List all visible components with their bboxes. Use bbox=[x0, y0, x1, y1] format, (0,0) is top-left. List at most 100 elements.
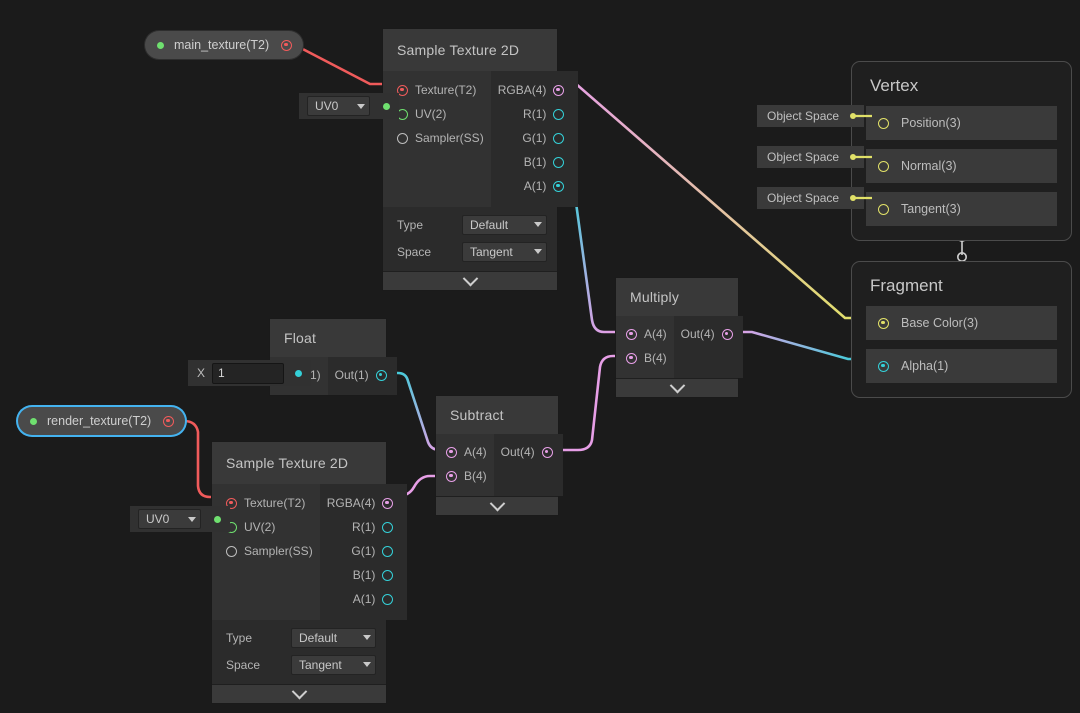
block-slot-position[interactable] bbox=[878, 117, 889, 129]
port-slot-sampler[interactable] bbox=[397, 132, 408, 144]
port-slot-r[interactable] bbox=[382, 521, 394, 533]
port-a[interactable]: A(1) bbox=[320, 587, 408, 611]
port-slot-b[interactable] bbox=[626, 352, 637, 364]
property-type-dot bbox=[30, 417, 37, 425]
property-node-main-texture[interactable]: main_texture(T2) bbox=[145, 31, 304, 59]
port-b[interactable]: B(1) bbox=[320, 563, 408, 587]
vertex-tangent-space-chip[interactable]: Object Space bbox=[757, 187, 865, 209]
setting-space-dropdown[interactable]: Tangent bbox=[291, 654, 376, 675]
node-collapse-toggle[interactable] bbox=[436, 495, 558, 515]
port-sampler[interactable]: Sampler(SS) bbox=[212, 539, 320, 563]
port-rgba[interactable]: RGBA(4) bbox=[320, 491, 408, 515]
uv-output-dot[interactable] bbox=[214, 515, 221, 523]
vertex-normal-space-chip[interactable]: Object Space bbox=[757, 146, 865, 168]
port-slot-b[interactable] bbox=[382, 569, 394, 581]
node-collapse-toggle[interactable] bbox=[212, 683, 386, 703]
uv-output-dot[interactable] bbox=[383, 102, 390, 110]
port-a[interactable]: A(4) bbox=[436, 440, 494, 464]
block-slot-tangent[interactable] bbox=[878, 203, 889, 215]
space-output-dot[interactable] bbox=[850, 154, 857, 160]
property-output-slot[interactable] bbox=[163, 415, 175, 427]
setting-space[interactable]: Space Tangent bbox=[212, 651, 386, 678]
port-b[interactable]: B(4) bbox=[616, 346, 674, 370]
node-subtract[interactable]: Subtract A(4) B(4) Out(4) bbox=[436, 396, 563, 515]
vertex-position-space-chip[interactable]: Object Space bbox=[757, 105, 865, 127]
port-out[interactable]: Out(4) bbox=[674, 322, 743, 346]
port-out[interactable]: Out(4) bbox=[494, 440, 563, 464]
port-slot-out[interactable] bbox=[541, 446, 553, 458]
port-slot-out[interactable] bbox=[721, 328, 733, 340]
block-slot-normal[interactable] bbox=[878, 160, 889, 172]
setting-label: Space bbox=[397, 244, 432, 259]
property-output-slot[interactable] bbox=[281, 39, 293, 51]
port-g[interactable]: G(1) bbox=[320, 539, 408, 563]
setting-type[interactable]: Type Default bbox=[383, 211, 557, 238]
port-slot-rgba[interactable] bbox=[553, 84, 565, 96]
port-slot-g[interactable] bbox=[382, 545, 394, 557]
block-label: Tangent(3) bbox=[901, 202, 961, 216]
uv-channel-widget-top[interactable]: UV0 bbox=[299, 93, 399, 119]
chevron-down-icon bbox=[363, 635, 371, 640]
port-slot-b[interactable] bbox=[553, 156, 565, 168]
port-b[interactable]: B(4) bbox=[436, 464, 494, 488]
port-uv[interactable]: UV(2) bbox=[383, 102, 491, 126]
port-out[interactable]: Out(1) bbox=[328, 363, 397, 387]
port-slot-a[interactable] bbox=[553, 180, 565, 192]
block-label: Alpha(1) bbox=[901, 359, 949, 373]
block-tangent[interactable]: Tangent(3) bbox=[866, 192, 1057, 226]
uv-channel-widget-bottom[interactable]: UV0 bbox=[130, 506, 230, 532]
port-slot-r[interactable] bbox=[553, 108, 565, 120]
node-sample-texture-2d-bottom[interactable]: Sample Texture 2D Texture(T2) UV(2) Samp… bbox=[212, 442, 408, 703]
port-r[interactable]: R(1) bbox=[491, 102, 579, 126]
master-stack-fragment[interactable]: Fragment Base Color(3) Alpha(1) bbox=[851, 261, 1072, 398]
port-g[interactable]: G(1) bbox=[491, 126, 579, 150]
float-input-widget[interactable]: X 1 bbox=[188, 360, 312, 386]
space-output-dot[interactable] bbox=[850, 195, 857, 201]
shader-graph-canvas[interactable]: main_texture(T2) render_texture(T2) UV0 … bbox=[0, 0, 1080, 713]
block-alpha[interactable]: Alpha(1) bbox=[866, 349, 1057, 383]
block-slot-base-color[interactable] bbox=[878, 317, 889, 329]
float-value-input[interactable]: 1 bbox=[212, 362, 285, 384]
port-r[interactable]: R(1) bbox=[320, 515, 408, 539]
chevron-down-icon bbox=[534, 222, 542, 227]
setting-type-dropdown[interactable]: Default bbox=[462, 214, 547, 235]
port-b[interactable]: B(1) bbox=[491, 150, 579, 174]
setting-space-dropdown[interactable]: Tangent bbox=[462, 241, 547, 262]
space-output-dot[interactable] bbox=[850, 113, 857, 119]
node-multiply[interactable]: Multiply A(4) B(4) Out(4) bbox=[616, 278, 743, 397]
node-collapse-toggle[interactable] bbox=[383, 270, 557, 290]
node-outputs: Out(1) bbox=[327, 357, 397, 395]
port-label: Sampler(SS) bbox=[244, 544, 313, 558]
uv-channel-value: UV0 bbox=[315, 99, 339, 113]
setting-space[interactable]: Space Tangent bbox=[383, 238, 557, 265]
port-slot-g[interactable] bbox=[553, 132, 565, 144]
setting-type[interactable]: Type Default bbox=[212, 624, 386, 651]
port-a[interactable]: A(4) bbox=[616, 322, 674, 346]
port-slot-a[interactable] bbox=[382, 593, 394, 605]
master-stack-vertex[interactable]: Vertex Position(3) Normal(3) Tangent(3) bbox=[851, 61, 1072, 241]
port-slot-a[interactable] bbox=[626, 328, 637, 340]
float-output-dot[interactable] bbox=[295, 369, 303, 377]
uv-channel-dropdown[interactable]: UV0 bbox=[307, 96, 370, 116]
property-name: main_texture(T2) bbox=[174, 38, 270, 52]
port-label: A(1) bbox=[352, 592, 376, 606]
node-sample-texture-2d-top[interactable]: Sample Texture 2D Texture(T2) UV(2) Samp… bbox=[383, 29, 579, 290]
port-texture[interactable]: Texture(T2) bbox=[383, 78, 491, 102]
port-slot-rgba[interactable] bbox=[382, 497, 394, 509]
port-slot-sampler[interactable] bbox=[226, 545, 237, 557]
block-position[interactable]: Position(3) bbox=[866, 106, 1057, 140]
block-normal[interactable]: Normal(3) bbox=[866, 149, 1057, 183]
uv-channel-dropdown[interactable]: UV0 bbox=[138, 509, 201, 529]
port-sampler[interactable]: Sampler(SS) bbox=[383, 126, 491, 150]
setting-type-dropdown[interactable]: Default bbox=[291, 627, 376, 648]
block-slot-alpha[interactable] bbox=[878, 360, 889, 372]
port-rgba[interactable]: RGBA(4) bbox=[491, 78, 579, 102]
node-collapse-toggle[interactable] bbox=[616, 377, 738, 397]
block-base-color[interactable]: Base Color(3) bbox=[866, 306, 1057, 340]
port-slot-a[interactable] bbox=[446, 446, 457, 458]
port-label: R(1) bbox=[523, 107, 547, 121]
port-a[interactable]: A(1) bbox=[491, 174, 579, 198]
port-slot-b[interactable] bbox=[446, 470, 457, 482]
property-node-render-texture[interactable]: render_texture(T2) bbox=[18, 407, 186, 435]
port-slot-out[interactable] bbox=[375, 369, 387, 381]
